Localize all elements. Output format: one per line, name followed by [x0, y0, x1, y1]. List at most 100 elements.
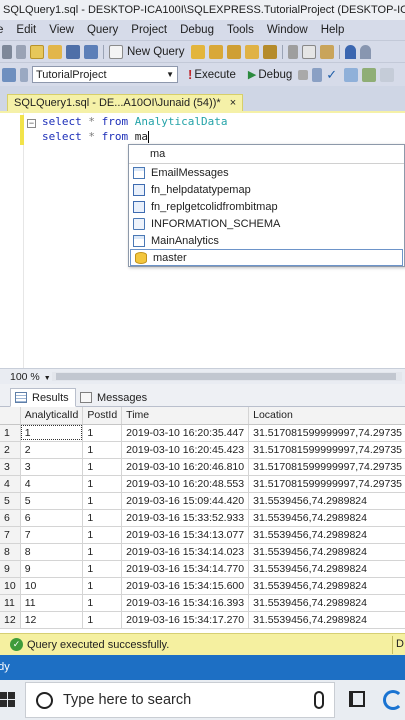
menu-item-project[interactable]: Project — [125, 24, 174, 36]
menu-item-window[interactable]: Window — [261, 24, 315, 36]
table-cell[interactable]: 2019-03-10 16:20:46.810 — [121, 458, 250, 476]
table-cell[interactable]: 1 — [82, 594, 123, 612]
tab-results[interactable]: Results — [10, 388, 76, 407]
table-cell[interactable]: 1 — [82, 441, 123, 459]
table-cell[interactable]: 2019-03-10 16:20:45.423 — [121, 441, 250, 459]
table-row[interactable]: 10 10 1 2019-03-16 15:34:15.600 31.5539456,7… — [0, 577, 405, 595]
column-header[interactable] — [0, 407, 21, 425]
execute-button[interactable]: Execute — [194, 69, 236, 81]
table-cell[interactable]: 31.5539456,74.2989824 — [248, 594, 405, 612]
table-cell[interactable]: 2019-03-16 15:33:52.933 — [121, 509, 250, 527]
code-area[interactable]: select * from AnalyticalData select * fro… — [42, 114, 227, 144]
menu-item-debug[interactable]: Debug — [174, 24, 221, 36]
table-cell[interactable]: 31.5539456,74.2989824 — [248, 560, 405, 578]
intellisense-item[interactable]: fn_helpdatatypemap — [129, 181, 404, 198]
table-cell[interactable]: 1 — [82, 424, 123, 442]
table-cell[interactable]: 2019-03-16 15:34:14.023 — [121, 543, 250, 561]
table-cell[interactable]: 1 — [82, 526, 123, 544]
zoom-select[interactable]: 100 % ▼ — [10, 371, 51, 383]
paste-icon[interactable] — [319, 44, 334, 59]
table-cell[interactable]: 2019-03-16 15:34:16.393 — [121, 594, 250, 612]
debug-button[interactable]: Debug — [258, 69, 292, 81]
intellisense-item[interactable]: MainAnalytics — [129, 232, 404, 249]
menu-item-view[interactable]: View — [43, 24, 81, 36]
tab-messages[interactable]: Messages — [76, 388, 153, 407]
new-query-button[interactable]: New Query — [127, 46, 185, 58]
redo-icon[interactable] — [359, 44, 371, 59]
table-cell[interactable]: 31.5539456,74.2989824 — [248, 611, 405, 629]
table-cell[interactable]: 5 — [20, 492, 84, 510]
table-cell[interactable]: 6 — [20, 509, 84, 527]
intellisense-item[interactable]: fn_replgetcolidfrombitmap — [129, 198, 404, 215]
results-grid[interactable]: AnalyticalId PostId Time Location 1 1 1 2019-0… — [0, 407, 405, 633]
database-engine-query-icon[interactable] — [190, 44, 205, 59]
row-number[interactable]: 6 — [0, 509, 21, 527]
query-options-icon[interactable] — [362, 67, 377, 82]
table-cell[interactable]: 31.517081599999997,74.29735 — [248, 441, 405, 459]
row-number[interactable]: 12 — [0, 611, 21, 629]
column-header[interactable]: Time — [121, 407, 250, 425]
change-connection-icon[interactable] — [20, 67, 28, 82]
parse-check-icon[interactable] — [312, 67, 323, 82]
menu-item-e[interactable]: e — [0, 24, 10, 36]
table-cell[interactable]: 2019-03-16 15:34:14.770 — [121, 560, 250, 578]
table-cell[interactable]: 10 — [20, 577, 84, 595]
row-number[interactable]: 3 — [0, 458, 21, 476]
table-cell[interactable]: 1 — [82, 611, 123, 629]
horizontal-scrollbar[interactable] — [52, 372, 402, 381]
collapse-region-icon[interactable]: − — [27, 119, 36, 128]
stop-icon[interactable] — [298, 69, 309, 80]
table-cell[interactable]: 1 — [82, 509, 123, 527]
table-cell[interactable]: 2 — [20, 441, 84, 459]
menu-item-tools[interactable]: Tools — [221, 24, 261, 36]
windows-start-icon[interactable] — [0, 692, 16, 708]
row-number[interactable]: 9 — [0, 560, 21, 578]
row-number[interactable]: 10 — [0, 577, 21, 595]
table-row[interactable]: 1 1 1 2019-03-10 16:20:35.447 31.51708159999… — [0, 424, 405, 442]
table-cell[interactable]: 4 — [20, 475, 84, 493]
table-cell[interactable]: 2019-03-10 16:20:48.553 — [121, 475, 250, 493]
display-plan-icon[interactable] — [344, 67, 359, 82]
menu-item-query[interactable]: Query — [81, 24, 125, 36]
table-cell[interactable]: 12 — [20, 611, 84, 629]
row-number[interactable]: 8 — [0, 543, 21, 561]
column-header[interactable]: PostId — [82, 407, 123, 425]
close-tab-icon[interactable]: × — [230, 97, 236, 109]
table-cell[interactable]: 2019-03-10 16:20:35.447 — [121, 424, 250, 442]
menu-item-help[interactable]: Help — [315, 24, 352, 36]
table-cell[interactable]: 2019-03-16 15:09:44.420 — [121, 492, 250, 510]
row-number[interactable]: 7 — [0, 526, 21, 544]
table-cell[interactable]: 31.5539456,74.2989824 — [248, 509, 405, 527]
mdx-query-icon[interactable] — [226, 44, 241, 59]
table-cell[interactable]: 31.517081599999997,74.29735 — [248, 424, 405, 442]
forward-icon[interactable] — [16, 44, 26, 59]
table-cell[interactable]: 31.5539456,74.2989824 — [248, 543, 405, 561]
table-cell[interactable]: 1 — [82, 577, 123, 595]
table-cell[interactable]: 1 — [82, 543, 123, 561]
table-cell[interactable]: 2019-03-16 15:34:13.077 — [121, 526, 250, 544]
table-cell[interactable]: 1 — [82, 492, 123, 510]
row-number[interactable]: 5 — [0, 492, 21, 510]
microphone-icon[interactable] — [314, 691, 324, 709]
table-cell[interactable]: 11 — [20, 594, 84, 612]
table-cell[interactable]: 9 — [20, 560, 84, 578]
xmla-query-icon[interactable] — [262, 44, 277, 59]
execute-icon[interactable]: ! — [188, 67, 192, 82]
cut-icon[interactable] — [287, 44, 298, 59]
task-view-icon[interactable] — [349, 691, 365, 707]
table-row[interactable]: 7 7 1 2019-03-16 15:34:13.077 31.5539456,74.… — [0, 526, 405, 544]
table-row[interactable]: 6 6 1 2019-03-16 15:33:52.933 31.5539456,74.… — [0, 509, 405, 527]
table-row[interactable]: 12 12 1 2019-03-16 15:34:17.270 31.5539456,7… — [0, 611, 405, 629]
open-file-icon[interactable] — [48, 44, 62, 59]
table-cell[interactable]: 3 — [20, 458, 84, 476]
row-number[interactable]: 1 — [0, 424, 21, 442]
table-cell[interactable]: 1 — [82, 458, 123, 476]
menu-item-edit[interactable]: Edit — [10, 24, 43, 36]
new-project-icon[interactable] — [30, 44, 44, 59]
debug-icon[interactable]: ▶ — [248, 68, 256, 81]
table-cell[interactable]: 31.517081599999997,74.29735 — [248, 475, 405, 493]
undo-icon[interactable] — [344, 44, 356, 59]
table-cell[interactable]: 31.5539456,74.2989824 — [248, 526, 405, 544]
scrollbar-thumb[interactable] — [56, 373, 396, 380]
save-icon[interactable] — [66, 44, 80, 59]
